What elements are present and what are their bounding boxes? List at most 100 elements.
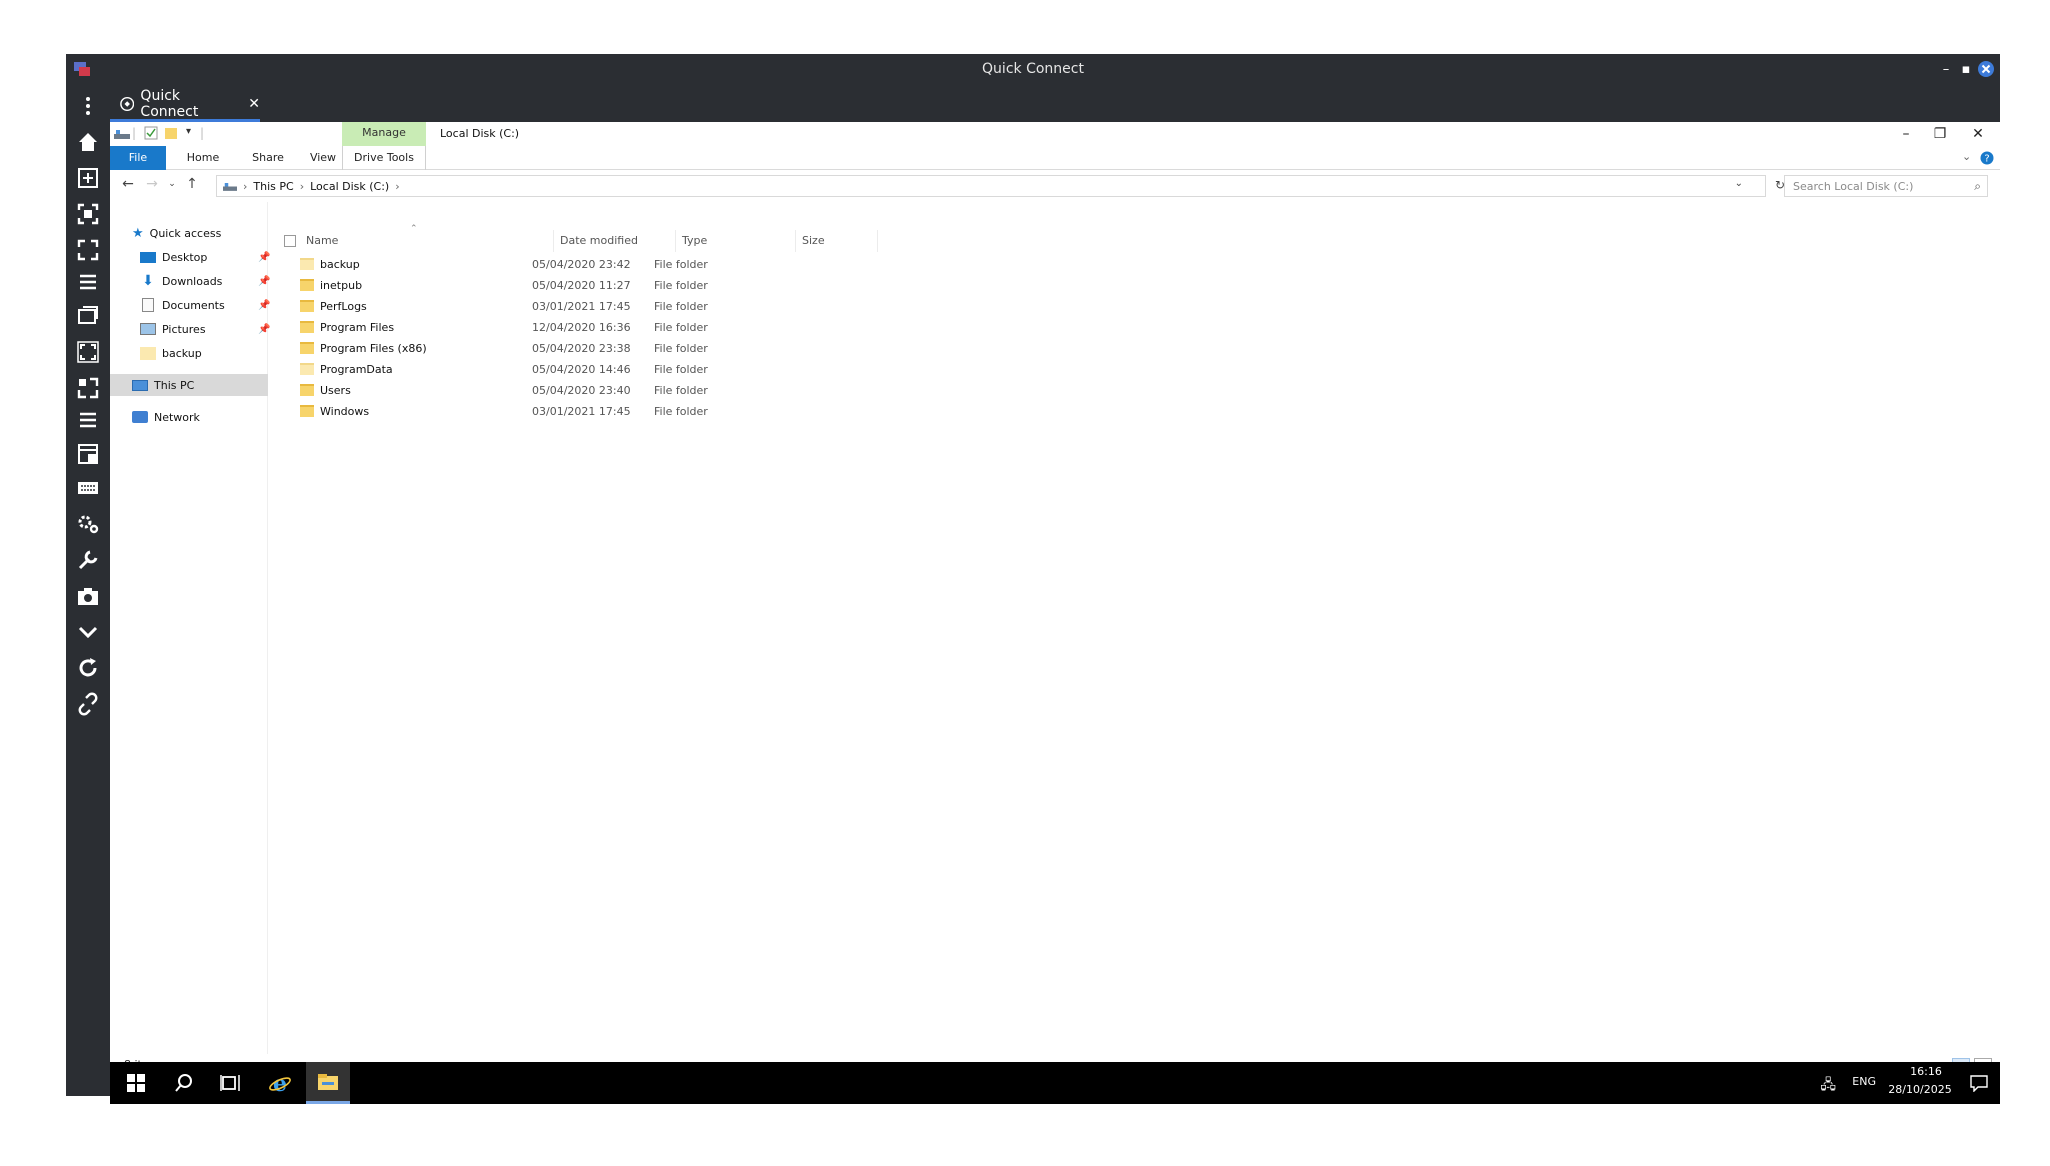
tools-button[interactable] <box>74 546 102 574</box>
tab-file[interactable]: File <box>110 146 166 170</box>
tab-home[interactable]: Home <box>172 146 234 170</box>
reconnect-button[interactable] <box>74 654 102 682</box>
breadcrumb-this-pc[interactable]: This PC <box>253 180 293 193</box>
home-button[interactable] <box>74 128 102 156</box>
collapse-button[interactable] <box>74 618 102 646</box>
nav-item-pictures[interactable]: Pictures 📌 <box>140 318 270 340</box>
multi-monitor-button[interactable] <box>74 302 102 330</box>
nav-item-downloads[interactable]: ⬇ Downloads 📌 <box>140 270 270 292</box>
computer-icon <box>132 379 148 391</box>
explorer-close-button[interactable]: ✕ <box>1958 124 1998 144</box>
nav-item-label: Desktop <box>162 250 208 264</box>
list-button[interactable] <box>74 406 102 434</box>
broken-link-icon <box>78 692 98 716</box>
column-date-modified[interactable]: Date modified <box>554 230 676 252</box>
search-taskbar-button[interactable] <box>162 1062 206 1104</box>
column-type[interactable]: Type <box>676 230 796 252</box>
customize-qat-icon[interactable]: ▾ <box>186 126 191 137</box>
fit-screen-button[interactable] <box>74 200 102 228</box>
downloads-icon: ⬇ <box>142 273 154 289</box>
nav-this-pc[interactable]: This PC <box>110 374 268 396</box>
wrench-icon <box>78 550 98 570</box>
menu-button[interactable] <box>74 268 102 296</box>
list-item[interactable]: Windows 03/01/2021 17:45 File folder <box>280 401 760 422</box>
explorer-restore-button[interactable]: ❐ <box>1920 124 1960 144</box>
notifications-icon[interactable] <box>1970 1074 1988 1092</box>
clock-date[interactable]: 28/10/2025 <box>1884 1083 1956 1096</box>
folder-icon <box>140 346 156 360</box>
close-button[interactable] <box>1976 60 1996 80</box>
nav-item-label: Downloads <box>162 274 223 288</box>
back-button[interactable]: ← <box>118 174 138 194</box>
list-item[interactable]: inetpub 05/04/2020 11:27 File folder <box>280 275 760 296</box>
folder-icon <box>300 384 314 396</box>
language-indicator[interactable]: ENG <box>1852 1075 1876 1088</box>
file-type: File folder <box>654 321 708 334</box>
start-button[interactable] <box>114 1062 158 1104</box>
recent-locations-button[interactable]: ⌄ <box>162 174 182 194</box>
keyboard-button[interactable] <box>74 474 102 502</box>
internet-explorer-icon: e <box>269 1071 291 1095</box>
fullscreen-icon <box>77 239 99 261</box>
clock-time[interactable]: 16:16 <box>1896 1065 1956 1078</box>
list-item[interactable]: backup 05/04/2020 23:42 File folder <box>280 254 760 275</box>
tab-view[interactable]: View <box>298 146 348 170</box>
internet-explorer-button[interactable]: e <box>258 1062 302 1104</box>
scale-button[interactable] <box>74 338 102 366</box>
search-placeholder: Search Local Disk (C:) <box>1793 179 1914 193</box>
file-explorer-taskbar-button[interactable] <box>306 1062 350 1104</box>
nav-quick-access[interactable]: ★ Quick access <box>132 222 221 244</box>
hamburger-icon <box>80 274 96 290</box>
windows-stack-icon <box>78 306 98 324</box>
nav-item-backup[interactable]: backup <box>140 342 202 364</box>
new-session-button[interactable] <box>74 164 102 192</box>
list-item[interactable]: PerfLogs 03/01/2021 17:45 File folder <box>280 296 760 317</box>
maximize-button[interactable]: ▪ <box>1956 60 1976 80</box>
expand-ribbon-icon[interactable]: ⌄ <box>1962 150 1971 163</box>
tab-quick-connect[interactable]: Quick Connect ✕ <box>110 88 260 122</box>
list-item[interactable]: ProgramData 05/04/2020 14:46 File folder <box>280 359 760 380</box>
pin-icon: 📌 <box>258 299 271 311</box>
gear-icon <box>78 515 99 534</box>
up-button[interactable]: ↑ <box>182 174 202 194</box>
minimize-button[interactable]: – <box>1936 60 1956 80</box>
screenshot-button[interactable] <box>74 582 102 610</box>
nav-item-documents[interactable]: Documents 📌 <box>140 294 270 316</box>
network-status-icon[interactable]: 🖧 <box>1820 1074 1836 1098</box>
list-item[interactable]: Users 05/04/2020 23:40 File folder <box>280 380 760 401</box>
search-input[interactable]: Search Local Disk (C:) ⌕ <box>1784 175 1988 197</box>
resize-button[interactable] <box>74 374 102 402</box>
forward-button[interactable]: → <box>142 174 162 194</box>
address-bar[interactable]: › This PC › Local Disk (C:) › ⌄ ↻ <box>216 175 1785 197</box>
file-type: File folder <box>654 279 708 292</box>
settings-button[interactable] <box>74 510 102 538</box>
fullscreen-button[interactable] <box>74 236 102 264</box>
breadcrumb-local-disk[interactable]: Local Disk (C:) <box>310 180 389 193</box>
tab-drive-tools[interactable]: Drive Tools <box>342 146 426 170</box>
task-view-button[interactable] <box>208 1062 252 1104</box>
file-type: File folder <box>654 258 708 271</box>
drive-icon <box>223 182 237 191</box>
search-icon <box>175 1074 192 1092</box>
svg-text:?: ? <box>1984 154 1989 165</box>
folder-icon <box>300 279 314 291</box>
window-layout-button[interactable] <box>74 440 102 468</box>
scale-icon <box>77 341 99 363</box>
more-menu-button[interactable] <box>74 92 102 120</box>
disconnect-button[interactable] <box>74 690 102 718</box>
help-icon[interactable]: ? <box>1980 151 1994 165</box>
column-name[interactable]: Name <box>300 230 554 252</box>
tab-bar: Quick Connect ✕ <box>110 86 2000 122</box>
column-size[interactable]: Size <box>796 230 878 252</box>
list-item[interactable]: Program Files 12/04/2020 16:36 File fold… <box>280 317 760 338</box>
nav-network[interactable]: Network <box>132 406 200 428</box>
list-item[interactable]: Program Files (x86) 05/04/2020 23:38 Fil… <box>280 338 760 359</box>
tab-close-icon[interactable]: ✕ <box>248 96 260 112</box>
properties-icon[interactable] <box>144 126 158 140</box>
nav-item-desktop[interactable]: Desktop 📌 <box>140 246 270 268</box>
new-folder-icon[interactable] <box>164 126 178 140</box>
file-name: Users <box>320 384 351 397</box>
tab-share[interactable]: Share <box>240 146 296 170</box>
address-dropdown-icon[interactable]: ⌄ <box>1735 178 1743 189</box>
select-all-checkbox[interactable] <box>284 235 296 247</box>
